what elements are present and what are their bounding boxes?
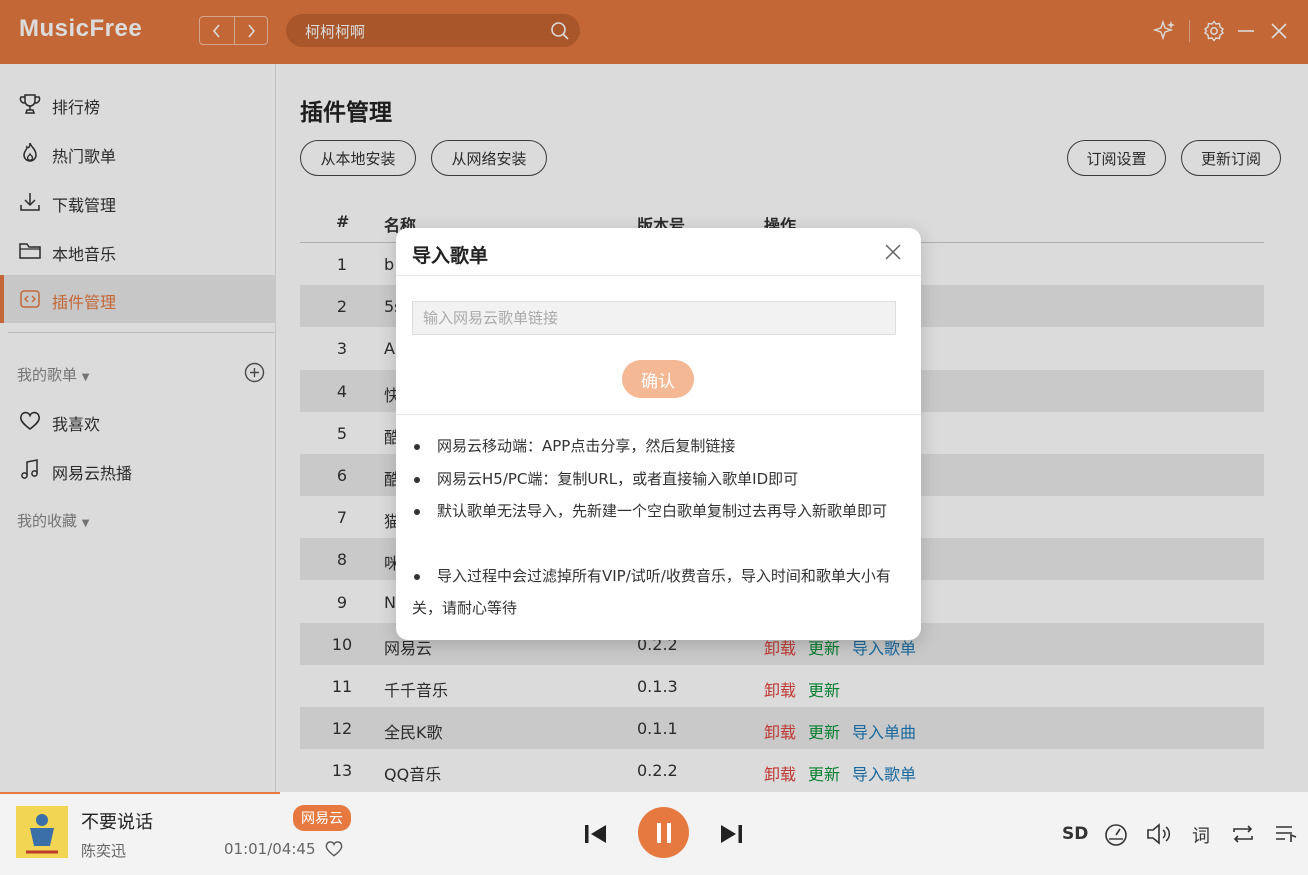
previous-icon[interactable] [584, 823, 608, 845]
dialog-divider [396, 414, 921, 415]
bullet [414, 476, 420, 483]
song-time: 01:01/04:45 [224, 840, 316, 858]
like-heart-icon[interactable] [324, 839, 344, 859]
next-icon[interactable] [719, 823, 743, 845]
dialog-divider [396, 275, 921, 276]
volume-icon[interactable] [1145, 821, 1173, 847]
tip-text: 默认歌单无法导入，先新建一个空白歌单复制过去再导入新歌单即可 [437, 502, 888, 520]
source-badge: 网易云 [293, 805, 351, 831]
tip-text: 网易云H5/PC端：复制URL，或者直接输入歌单ID即可 [437, 470, 799, 488]
tip-item: 导入过程中会过滤掉所有VIP/试听/收费音乐，导入时间和歌单大小有关，请耐心等待 [412, 560, 906, 624]
playlist-link-input[interactable] [412, 301, 896, 335]
bullet [414, 573, 420, 580]
close-icon[interactable] [884, 243, 902, 261]
repeat-icon[interactable] [1230, 822, 1256, 846]
song-title[interactable]: 不要说话 [81, 808, 153, 834]
pause-button[interactable] [638, 807, 689, 858]
song-artist[interactable]: 陈奕迅 [81, 840, 126, 861]
album-cover[interactable] [16, 806, 68, 858]
tip-item: 网易云移动端：APP点击分享，然后复制链接 [412, 430, 906, 462]
import-playlist-dialog: 导入歌单 确认 网易云移动端：APP点击分享，然后复制链接 网易云H5/PC端：… [396, 228, 921, 640]
tip-item: 网易云H5/PC端：复制URL，或者直接输入歌单ID即可 [412, 463, 906, 495]
quality-button[interactable]: SD [1062, 824, 1088, 844]
pause-icon [656, 822, 671, 843]
lyric-button[interactable]: 词 [1192, 822, 1210, 848]
album-art-image [16, 806, 68, 858]
tip-text: 网易云移动端：APP点击分享，然后复制链接 [437, 437, 736, 455]
bullet [414, 443, 420, 450]
tip-item: 默认歌单无法导入，先新建一个空白歌单复制过去再导入新歌单即可 [412, 495, 906, 527]
dialog-title: 导入歌单 [412, 245, 489, 267]
bullet [414, 508, 420, 515]
speed-gauge-icon[interactable] [1103, 821, 1129, 847]
playback-progress[interactable] [0, 792, 280, 794]
player-bar: 不要说话 陈奕迅 网易云 01:01/04:45 SD 词 [0, 792, 1308, 875]
confirm-button[interactable]: 确认 [622, 360, 694, 398]
tip-text: 导入过程中会过滤掉所有VIP/试听/收费音乐，导入时间和歌单大小有关，请耐心等待 [412, 567, 891, 617]
playlist-queue-icon[interactable] [1274, 822, 1298, 846]
